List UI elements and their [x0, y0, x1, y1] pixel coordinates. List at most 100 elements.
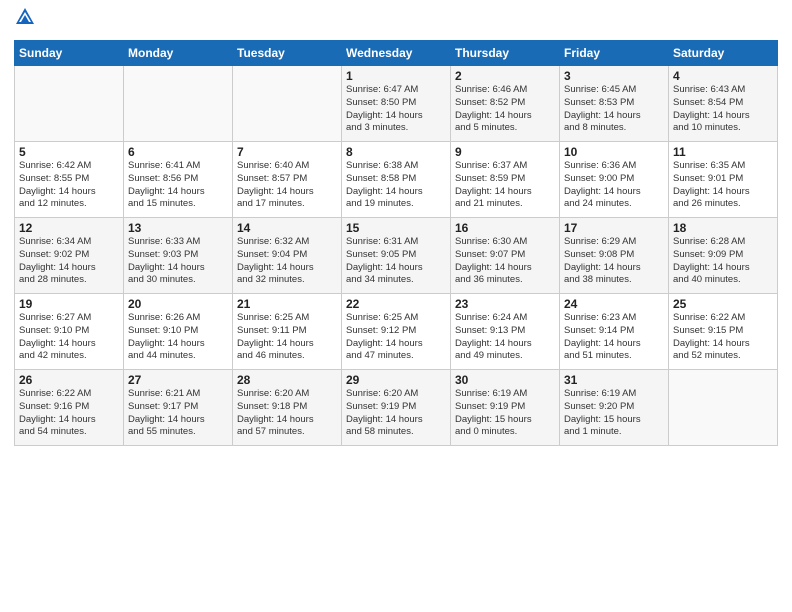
- day-cell: 31Sunrise: 6:19 AM Sunset: 9:20 PM Dayli…: [560, 370, 669, 446]
- day-number: 31: [564, 373, 664, 387]
- day-cell: 25Sunrise: 6:22 AM Sunset: 9:15 PM Dayli…: [669, 294, 778, 370]
- day-info: Sunrise: 6:36 AM Sunset: 9:00 PM Dayligh…: [564, 160, 664, 211]
- day-cell: 17Sunrise: 6:29 AM Sunset: 9:08 PM Dayli…: [560, 218, 669, 294]
- day-cell: 8Sunrise: 6:38 AM Sunset: 8:58 PM Daylig…: [342, 142, 451, 218]
- day-number: 22: [346, 297, 446, 311]
- day-cell: 18Sunrise: 6:28 AM Sunset: 9:09 PM Dayli…: [669, 218, 778, 294]
- day-cell: 11Sunrise: 6:35 AM Sunset: 9:01 PM Dayli…: [669, 142, 778, 218]
- day-info: Sunrise: 6:22 AM Sunset: 9:16 PM Dayligh…: [19, 388, 119, 439]
- day-cell: 14Sunrise: 6:32 AM Sunset: 9:04 PM Dayli…: [233, 218, 342, 294]
- day-cell: [233, 66, 342, 142]
- day-info: Sunrise: 6:33 AM Sunset: 9:03 PM Dayligh…: [128, 236, 228, 287]
- week-row-3: 12Sunrise: 6:34 AM Sunset: 9:02 PM Dayli…: [15, 218, 778, 294]
- logo-icon: [14, 6, 36, 28]
- day-number: 29: [346, 373, 446, 387]
- day-number: 26: [19, 373, 119, 387]
- day-cell: 20Sunrise: 6:26 AM Sunset: 9:10 PM Dayli…: [124, 294, 233, 370]
- day-info: Sunrise: 6:30 AM Sunset: 9:07 PM Dayligh…: [455, 236, 555, 287]
- day-info: Sunrise: 6:43 AM Sunset: 8:54 PM Dayligh…: [673, 84, 773, 135]
- day-info: Sunrise: 6:41 AM Sunset: 8:56 PM Dayligh…: [128, 160, 228, 211]
- day-cell: 10Sunrise: 6:36 AM Sunset: 9:00 PM Dayli…: [560, 142, 669, 218]
- day-info: Sunrise: 6:19 AM Sunset: 9:19 PM Dayligh…: [455, 388, 555, 439]
- day-info: Sunrise: 6:47 AM Sunset: 8:50 PM Dayligh…: [346, 84, 446, 135]
- weekday-header-tuesday: Tuesday: [233, 41, 342, 66]
- day-cell: [15, 66, 124, 142]
- day-cell: 13Sunrise: 6:33 AM Sunset: 9:03 PM Dayli…: [124, 218, 233, 294]
- day-info: Sunrise: 6:29 AM Sunset: 9:08 PM Dayligh…: [564, 236, 664, 287]
- day-info: Sunrise: 6:20 AM Sunset: 9:18 PM Dayligh…: [237, 388, 337, 439]
- day-number: 3: [564, 69, 664, 83]
- day-cell: 9Sunrise: 6:37 AM Sunset: 8:59 PM Daylig…: [451, 142, 560, 218]
- day-info: Sunrise: 6:31 AM Sunset: 9:05 PM Dayligh…: [346, 236, 446, 287]
- day-number: 21: [237, 297, 337, 311]
- weekday-header-row: SundayMondayTuesdayWednesdayThursdayFrid…: [15, 41, 778, 66]
- day-info: Sunrise: 6:23 AM Sunset: 9:14 PM Dayligh…: [564, 312, 664, 363]
- day-number: 8: [346, 145, 446, 159]
- day-number: 14: [237, 221, 337, 235]
- weekday-header-saturday: Saturday: [669, 41, 778, 66]
- day-cell: 6Sunrise: 6:41 AM Sunset: 8:56 PM Daylig…: [124, 142, 233, 218]
- day-info: Sunrise: 6:24 AM Sunset: 9:13 PM Dayligh…: [455, 312, 555, 363]
- day-number: 25: [673, 297, 773, 311]
- day-info: Sunrise: 6:26 AM Sunset: 9:10 PM Dayligh…: [128, 312, 228, 363]
- weekday-header-sunday: Sunday: [15, 41, 124, 66]
- day-number: 9: [455, 145, 555, 159]
- day-cell: 28Sunrise: 6:20 AM Sunset: 9:18 PM Dayli…: [233, 370, 342, 446]
- calendar-page: SundayMondayTuesdayWednesdayThursdayFrid…: [0, 0, 792, 612]
- day-number: 1: [346, 69, 446, 83]
- day-info: Sunrise: 6:38 AM Sunset: 8:58 PM Dayligh…: [346, 160, 446, 211]
- day-info: Sunrise: 6:22 AM Sunset: 9:15 PM Dayligh…: [673, 312, 773, 363]
- day-number: 23: [455, 297, 555, 311]
- day-cell: 4Sunrise: 6:43 AM Sunset: 8:54 PM Daylig…: [669, 66, 778, 142]
- day-info: Sunrise: 6:32 AM Sunset: 9:04 PM Dayligh…: [237, 236, 337, 287]
- day-cell: 16Sunrise: 6:30 AM Sunset: 9:07 PM Dayli…: [451, 218, 560, 294]
- day-number: 7: [237, 145, 337, 159]
- day-info: Sunrise: 6:42 AM Sunset: 8:55 PM Dayligh…: [19, 160, 119, 211]
- day-number: 12: [19, 221, 119, 235]
- day-number: 15: [346, 221, 446, 235]
- day-cell: 29Sunrise: 6:20 AM Sunset: 9:19 PM Dayli…: [342, 370, 451, 446]
- day-info: Sunrise: 6:25 AM Sunset: 9:11 PM Dayligh…: [237, 312, 337, 363]
- day-info: Sunrise: 6:46 AM Sunset: 8:52 PM Dayligh…: [455, 84, 555, 135]
- day-cell: 1Sunrise: 6:47 AM Sunset: 8:50 PM Daylig…: [342, 66, 451, 142]
- day-info: Sunrise: 6:40 AM Sunset: 8:57 PM Dayligh…: [237, 160, 337, 211]
- day-number: 16: [455, 221, 555, 235]
- day-info: Sunrise: 6:20 AM Sunset: 9:19 PM Dayligh…: [346, 388, 446, 439]
- calendar-table: SundayMondayTuesdayWednesdayThursdayFrid…: [14, 40, 778, 446]
- day-cell: 23Sunrise: 6:24 AM Sunset: 9:13 PM Dayli…: [451, 294, 560, 370]
- day-number: 30: [455, 373, 555, 387]
- day-number: 13: [128, 221, 228, 235]
- day-cell: 5Sunrise: 6:42 AM Sunset: 8:55 PM Daylig…: [15, 142, 124, 218]
- weekday-header-thursday: Thursday: [451, 41, 560, 66]
- day-cell: 30Sunrise: 6:19 AM Sunset: 9:19 PM Dayli…: [451, 370, 560, 446]
- day-cell: [124, 66, 233, 142]
- day-number: 18: [673, 221, 773, 235]
- day-info: Sunrise: 6:21 AM Sunset: 9:17 PM Dayligh…: [128, 388, 228, 439]
- day-number: 5: [19, 145, 119, 159]
- week-row-2: 5Sunrise: 6:42 AM Sunset: 8:55 PM Daylig…: [15, 142, 778, 218]
- day-cell: 21Sunrise: 6:25 AM Sunset: 9:11 PM Dayli…: [233, 294, 342, 370]
- day-cell: 15Sunrise: 6:31 AM Sunset: 9:05 PM Dayli…: [342, 218, 451, 294]
- weekday-header-wednesday: Wednesday: [342, 41, 451, 66]
- day-cell: 19Sunrise: 6:27 AM Sunset: 9:10 PM Dayli…: [15, 294, 124, 370]
- day-cell: 22Sunrise: 6:25 AM Sunset: 9:12 PM Dayli…: [342, 294, 451, 370]
- day-cell: 7Sunrise: 6:40 AM Sunset: 8:57 PM Daylig…: [233, 142, 342, 218]
- header: [14, 10, 778, 32]
- day-number: 28: [237, 373, 337, 387]
- day-number: 27: [128, 373, 228, 387]
- day-cell: 3Sunrise: 6:45 AM Sunset: 8:53 PM Daylig…: [560, 66, 669, 142]
- day-number: 17: [564, 221, 664, 235]
- day-cell: 24Sunrise: 6:23 AM Sunset: 9:14 PM Dayli…: [560, 294, 669, 370]
- day-info: Sunrise: 6:34 AM Sunset: 9:02 PM Dayligh…: [19, 236, 119, 287]
- weekday-header-friday: Friday: [560, 41, 669, 66]
- day-number: 10: [564, 145, 664, 159]
- weekday-header-monday: Monday: [124, 41, 233, 66]
- day-number: 11: [673, 145, 773, 159]
- day-number: 20: [128, 297, 228, 311]
- day-cell: 2Sunrise: 6:46 AM Sunset: 8:52 PM Daylig…: [451, 66, 560, 142]
- day-number: 19: [19, 297, 119, 311]
- day-cell: 27Sunrise: 6:21 AM Sunset: 9:17 PM Dayli…: [124, 370, 233, 446]
- day-number: 24: [564, 297, 664, 311]
- week-row-1: 1Sunrise: 6:47 AM Sunset: 8:50 PM Daylig…: [15, 66, 778, 142]
- day-number: 6: [128, 145, 228, 159]
